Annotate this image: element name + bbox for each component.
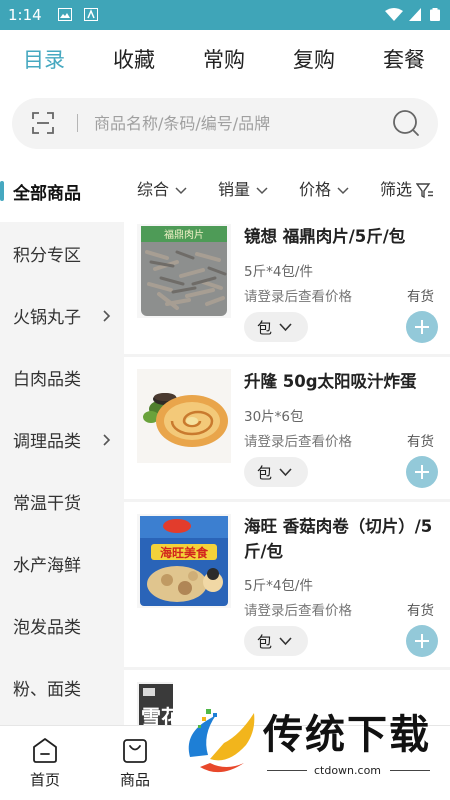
- sidebar-item-hotpot-balls[interactable]: 火锅丸子: [0, 284, 124, 346]
- product-name: 镜想 福鼎肉片/5斤/包: [244, 227, 406, 246]
- product-image: [137, 369, 231, 463]
- tab-favorites[interactable]: 收藏: [113, 44, 155, 74]
- add-to-cart-button[interactable]: [406, 311, 438, 343]
- unit-label: 包: [257, 319, 273, 337]
- product-name: 升隆 50g太阳吸汁炸蛋: [244, 372, 417, 391]
- watermark-text: 传统下载: [263, 712, 431, 758]
- sidebar-item-label: 积分专区: [13, 246, 81, 266]
- tab-combo[interactable]: 套餐: [383, 44, 425, 74]
- chevron-right-icon: [103, 434, 111, 446]
- stock-status: 有货: [407, 434, 434, 450]
- product-spec: 30片*6包: [244, 409, 304, 425]
- product-image: 福鼎肉片: [137, 224, 231, 318]
- sidebar-item-label: 常温干货: [13, 494, 81, 514]
- stock-status: 有货: [407, 603, 434, 619]
- signal-icon: [409, 8, 421, 21]
- sort-sales-label: 销量: [218, 180, 251, 199]
- sidebar-item-soaked[interactable]: 泡发品类: [0, 594, 124, 656]
- chevron-down-icon: [279, 468, 292, 477]
- unit-label: 包: [257, 633, 273, 651]
- battery-icon: [430, 8, 440, 21]
- scan-icon[interactable]: [32, 112, 54, 134]
- sort-sales[interactable]: 销量: [218, 176, 268, 200]
- unit-selector[interactable]: 包: [244, 626, 308, 656]
- product-spec: 5斤*4包/件: [244, 264, 313, 280]
- sidebar-item-label: 调理品类: [13, 432, 81, 452]
- sidebar-item-seafood[interactable]: 水产海鲜: [0, 532, 124, 594]
- product-card[interactable]: 福鼎肉片 镜想 福鼎肉片/5斤/包 5斤*4包/件 请登录后查看价格 有货 包: [124, 212, 450, 357]
- chevron-right-icon: [103, 310, 111, 322]
- bottom-nav-products[interactable]: 商品: [90, 726, 180, 800]
- unit-label: 包: [257, 464, 273, 482]
- search-icon[interactable]: [392, 109, 420, 137]
- top-tabs: 目录 收藏 常购 复购 套餐: [0, 30, 450, 88]
- plus-icon: [415, 465, 429, 479]
- product-card[interactable]: 海旺美食 海旺 香菇肉卷（切片）/5斤/包 5斤*4包/件 请登录后查看价格 有…: [124, 502, 450, 670]
- watermark-logo: [188, 709, 255, 773]
- stock-status: 有货: [407, 289, 434, 305]
- sidebar-item-dry-goods[interactable]: 常温干货: [0, 470, 124, 532]
- unit-selector[interactable]: 包: [244, 312, 308, 342]
- sort-filter-bar: 综合 销量 价格 筛选: [124, 160, 450, 212]
- watermark-line-right: [390, 770, 430, 771]
- sidebar-item-white-meat[interactable]: 白肉品类: [0, 346, 124, 408]
- tab-repurchase[interactable]: 复购: [293, 44, 335, 74]
- home-icon: [33, 738, 57, 763]
- bottom-nav-home[interactable]: 首页: [0, 726, 90, 800]
- sort-overall[interactable]: 综合: [137, 176, 187, 200]
- image-notification-icon: [58, 8, 72, 21]
- unit-selector[interactable]: 包: [244, 457, 308, 487]
- active-marker: [0, 181, 4, 201]
- sort-price[interactable]: 价格: [299, 176, 349, 200]
- filter-label: 筛选: [380, 180, 413, 199]
- sidebar-item-label: 泡发品类: [13, 618, 81, 638]
- product-card[interactable]: 升隆 50g太阳吸汁炸蛋 30片*6包 请登录后查看价格 有货 包: [124, 357, 450, 502]
- login-price-note: 请登录后查看价格: [244, 603, 352, 619]
- login-price-note: 请登录后查看价格: [244, 434, 352, 450]
- bottom-nav-label: 首页: [29, 771, 60, 789]
- bag-icon: [123, 739, 147, 763]
- chevron-down-icon: [337, 186, 349, 194]
- package-text: 海旺美食: [160, 545, 209, 560]
- watermark: 传统下载 ctdown.com: [175, 700, 450, 800]
- search-bar: [12, 98, 438, 149]
- chevron-down-icon: [256, 186, 268, 194]
- bottom-nav-label: 商品: [119, 771, 150, 789]
- sidebar-item-label: 白肉品类: [13, 370, 81, 390]
- add-to-cart-button[interactable]: [406, 625, 438, 657]
- status-bar: 1:14: [0, 0, 450, 30]
- login-price-note: 请登录后查看价格: [244, 289, 352, 305]
- product-image: 海旺美食: [137, 514, 231, 608]
- sidebar-item-all-products[interactable]: 全部商品: [0, 160, 124, 222]
- app-notification-icon: [84, 8, 98, 21]
- sidebar-item-points-zone[interactable]: 积分专区: [0, 222, 124, 284]
- plus-icon: [415, 320, 429, 334]
- chevron-down-icon: [175, 186, 187, 194]
- product-name: 海旺 香菇肉卷（切片）/5斤/包: [244, 517, 433, 561]
- tab-catalog[interactable]: 目录: [23, 44, 65, 74]
- category-sidebar: 全部商品 积分专区 火锅丸子 白肉品类 调理品类 常温干货 水产海鲜 泡发品类 …: [0, 160, 124, 725]
- sidebar-item-label: 火锅丸子: [13, 308, 81, 328]
- product-spec: 5斤*4包/件: [244, 578, 313, 594]
- wifi-icon: [385, 8, 403, 21]
- sidebar-item-label: 全部商品: [13, 184, 81, 204]
- search-input[interactable]: [94, 108, 384, 138]
- sidebar-item-prepared[interactable]: 调理品类: [0, 408, 124, 470]
- plus-icon: [415, 634, 429, 648]
- status-time: 1:14: [8, 6, 42, 24]
- sort-price-label: 价格: [299, 180, 332, 199]
- add-to-cart-button[interactable]: [406, 456, 438, 488]
- sidebar-item-label: 水产海鲜: [13, 556, 81, 576]
- chevron-down-icon: [279, 323, 292, 332]
- sidebar-item-label: 粉、面类: [13, 680, 81, 700]
- filter-button[interactable]: 筛选: [380, 176, 434, 200]
- chevron-down-icon: [279, 637, 292, 646]
- package-text: 福鼎肉片: [164, 228, 204, 241]
- sidebar-item-noodles[interactable]: 粉、面类: [0, 656, 124, 718]
- sort-overall-label: 综合: [137, 180, 170, 199]
- search-divider: [77, 114, 78, 132]
- filter-funnel-icon: [416, 182, 434, 198]
- tab-frequent[interactable]: 常购: [203, 44, 245, 74]
